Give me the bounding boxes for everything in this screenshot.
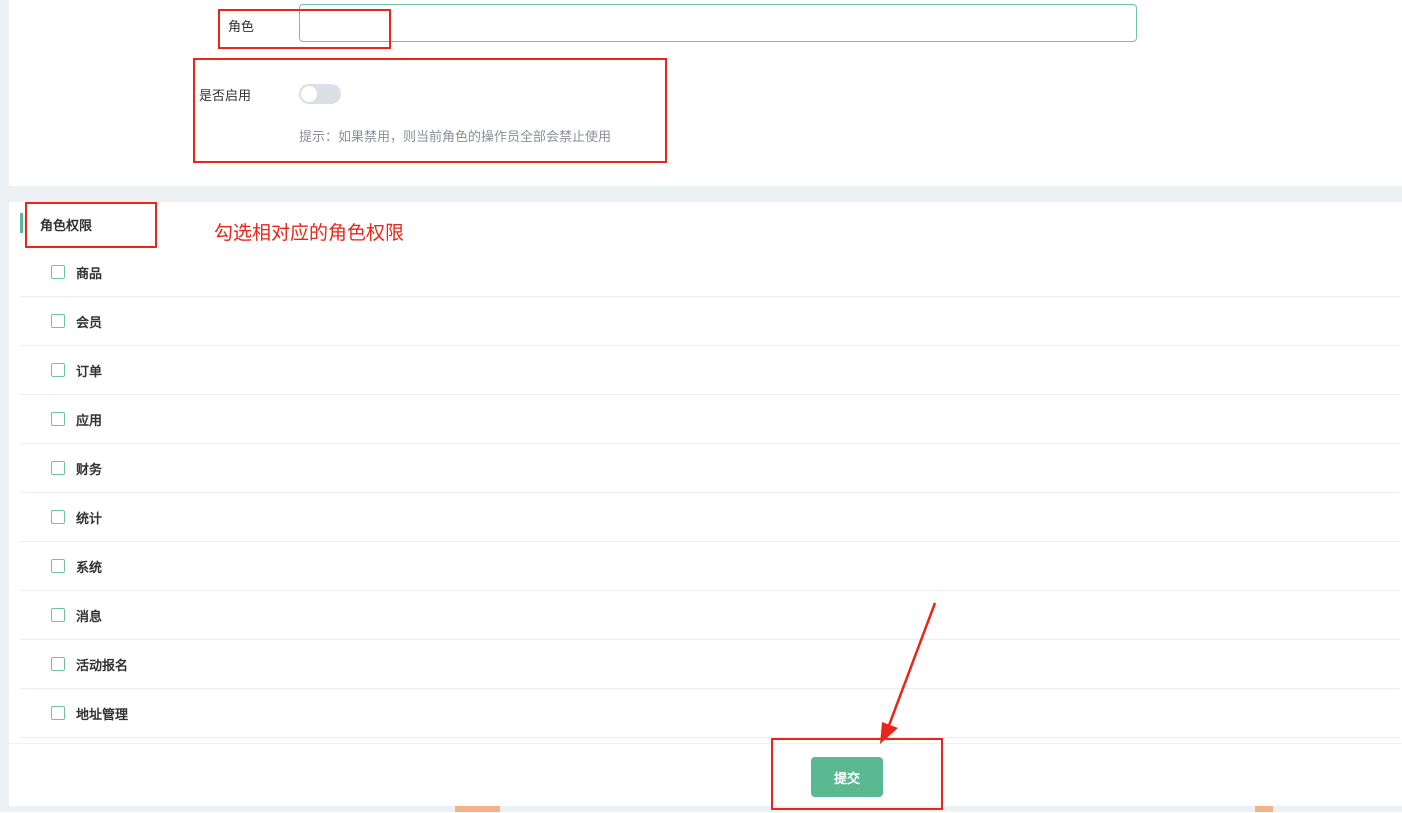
- permission-list: 商品 会员 订单 应用 财务 统计 系统 消息 活动报名 地址管理: [20, 248, 1400, 738]
- annotation-box-permissions: [25, 202, 157, 248]
- permission-label[interactable]: 地址管理: [76, 704, 128, 723]
- checkbox[interactable]: [51, 314, 65, 328]
- permission-label[interactable]: 活动报名: [76, 655, 128, 674]
- permission-label[interactable]: 统计: [76, 508, 102, 527]
- checkbox[interactable]: [51, 363, 65, 377]
- checkbox[interactable]: [51, 412, 65, 426]
- permission-item-system[interactable]: 系统: [20, 542, 1400, 591]
- section-divider: [9, 186, 1402, 202]
- annotation-box-enable: [193, 58, 667, 163]
- permission-label[interactable]: 系统: [76, 557, 102, 576]
- checkbox[interactable]: [51, 657, 65, 671]
- checkbox[interactable]: [51, 265, 65, 279]
- annotation-box-role: [218, 9, 391, 49]
- left-edge: [0, 0, 9, 812]
- permission-label[interactable]: 消息: [76, 606, 102, 625]
- permission-item-order[interactable]: 订单: [20, 346, 1400, 395]
- checkbox[interactable]: [51, 461, 65, 475]
- section-accent-bar: [20, 213, 23, 233]
- permission-item-goods[interactable]: 商品: [20, 248, 1400, 297]
- annotation-box-submit: [771, 738, 943, 810]
- annotation-text: 勾选相对应的角色权限: [214, 222, 405, 244]
- checkbox[interactable]: [51, 706, 65, 720]
- bottom-strip-mark: [455, 806, 500, 812]
- permission-item-message[interactable]: 消息: [20, 591, 1400, 640]
- permission-item-app[interactable]: 应用: [20, 395, 1400, 444]
- permission-label[interactable]: 应用: [76, 410, 102, 429]
- permission-item-stats[interactable]: 统计: [20, 493, 1400, 542]
- permission-label[interactable]: 商品: [76, 263, 102, 282]
- bottom-strip: [9, 806, 1402, 812]
- permission-item-event-signup[interactable]: 活动报名: [20, 640, 1400, 689]
- footer-bar: [9, 743, 1402, 813]
- permission-item-address[interactable]: 地址管理: [20, 689, 1400, 738]
- checkbox[interactable]: [51, 510, 65, 524]
- checkbox[interactable]: [51, 608, 65, 622]
- checkbox[interactable]: [51, 559, 65, 573]
- permission-item-member[interactable]: 会员: [20, 297, 1400, 346]
- role-input[interactable]: [299, 4, 1137, 42]
- permission-label[interactable]: 财务: [76, 459, 102, 478]
- bottom-strip-mark: [1255, 806, 1273, 812]
- permission-label[interactable]: 订单: [76, 361, 102, 380]
- permission-item-finance[interactable]: 财务: [20, 444, 1400, 493]
- permission-label[interactable]: 会员: [76, 312, 102, 331]
